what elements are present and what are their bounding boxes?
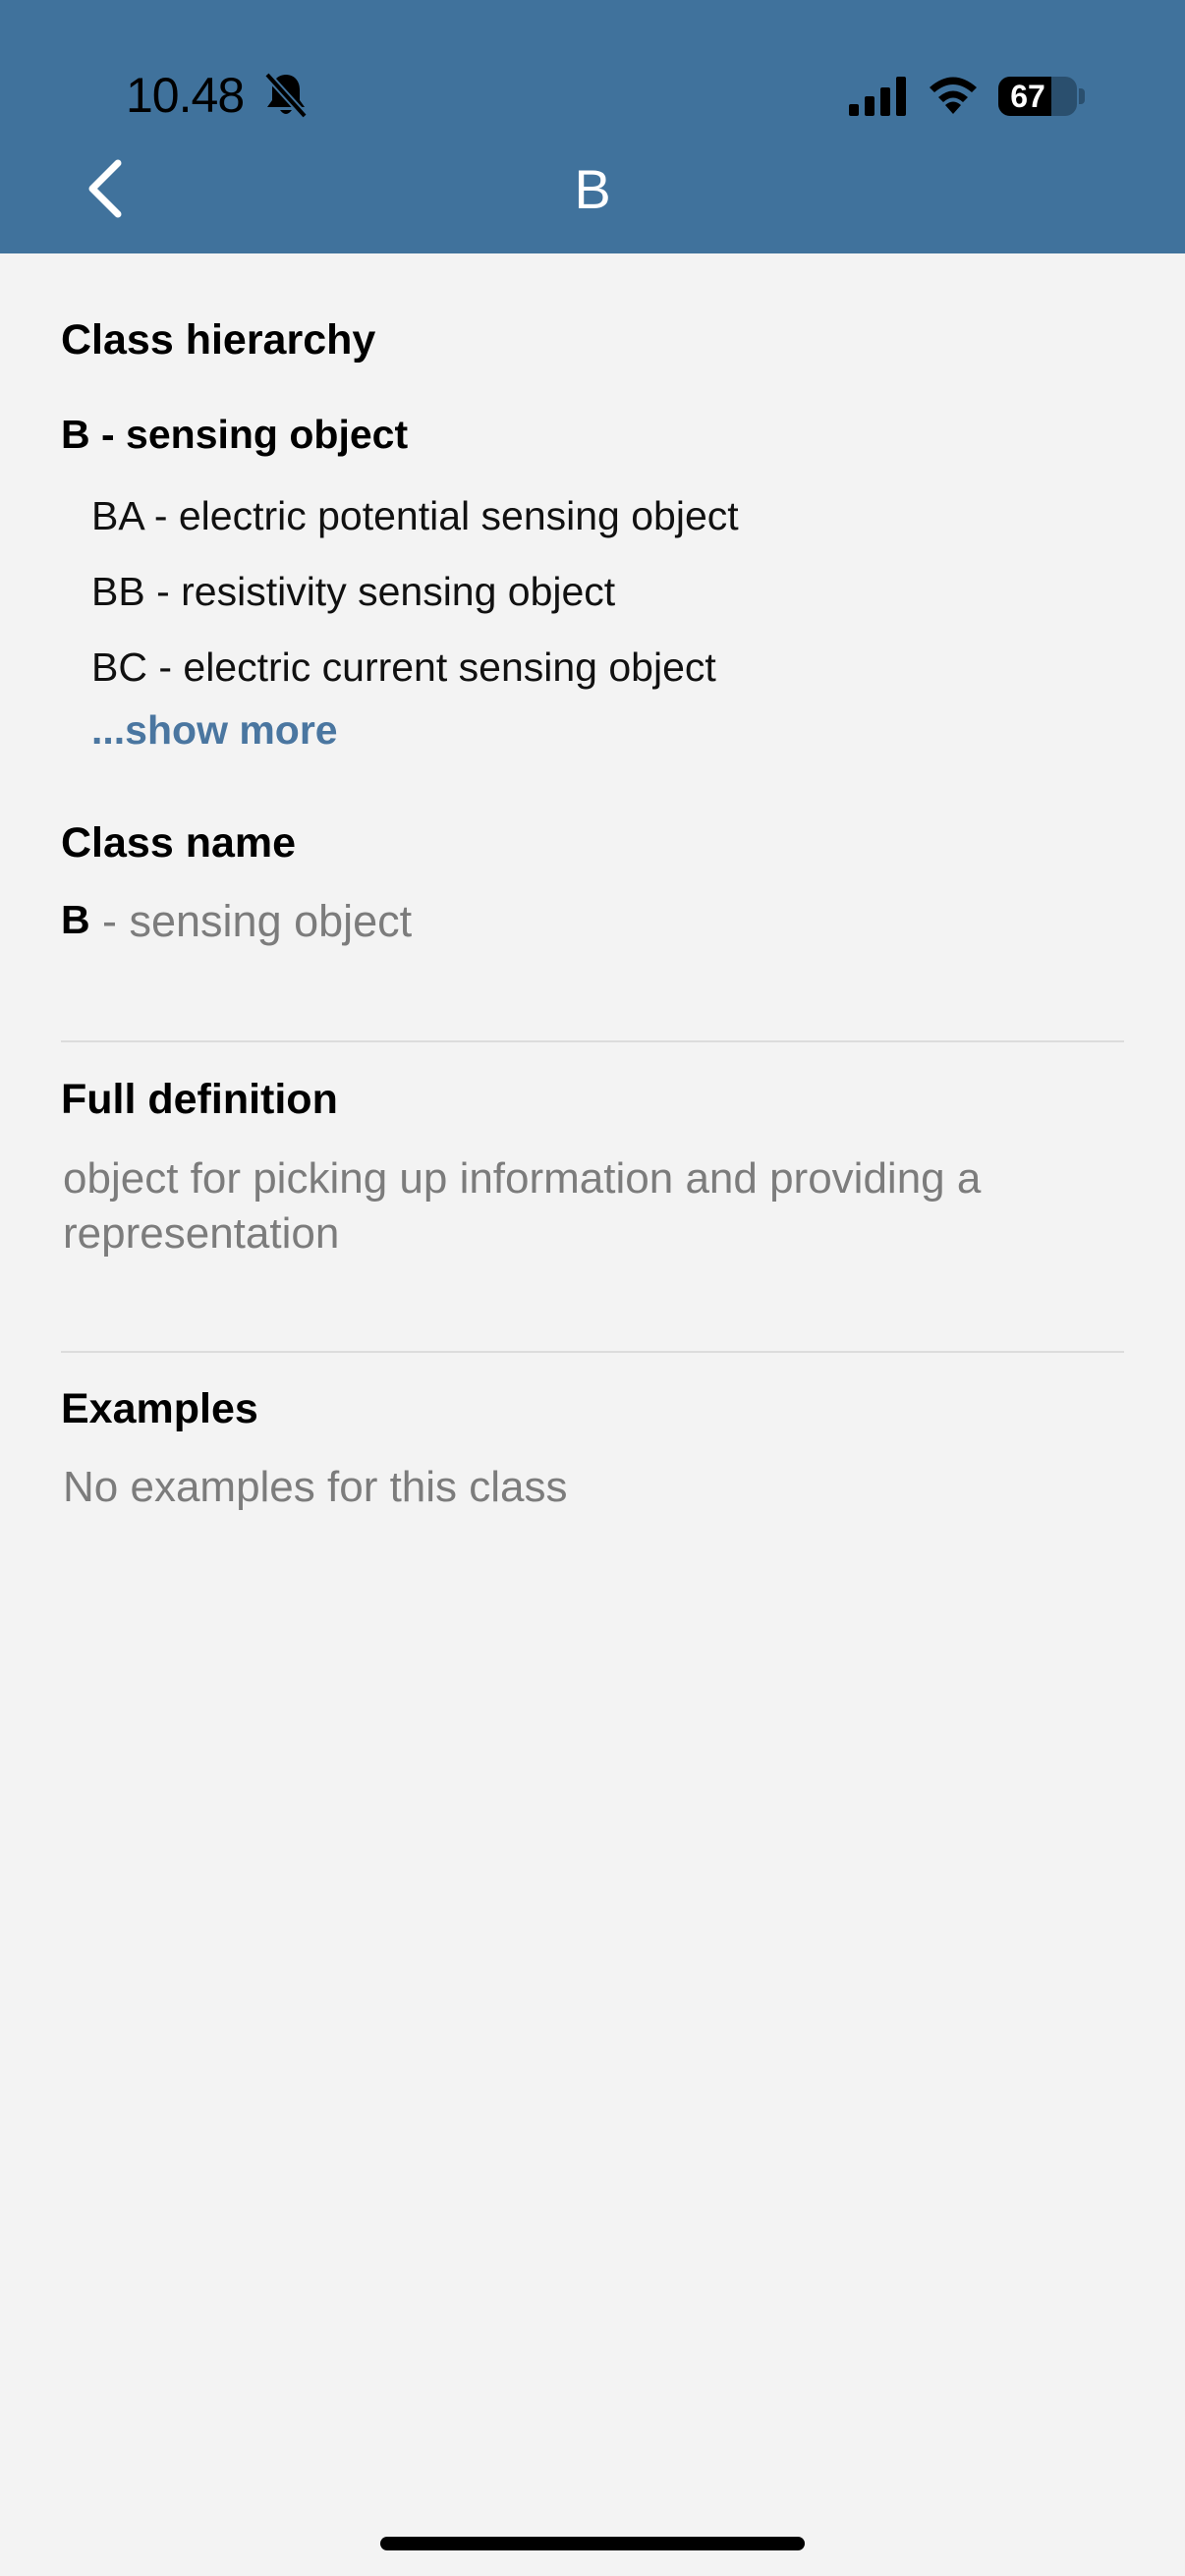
home-indicator[interactable] <box>380 2537 805 2550</box>
battery-percentage: 67 <box>1010 79 1045 114</box>
hierarchy-title: Class hierarchy <box>61 316 376 364</box>
hierarchy-child-bb[interactable]: BB - resistivity sensing object <box>91 569 615 615</box>
definition-text: object for picking up information and pr… <box>63 1154 982 1258</box>
divider <box>61 1040 1124 1042</box>
status-time: 10.48 <box>126 68 245 123</box>
header-bar: 10.48 67 B <box>0 0 1185 253</box>
examples-title: Examples <box>61 1385 258 1432</box>
battery-tip <box>1079 88 1085 104</box>
bell-slash-icon <box>264 72 308 119</box>
examples-text: No examples for this class <box>63 1463 568 1511</box>
divider <box>61 1351 1124 1353</box>
hierarchy-child-ba[interactable]: BA - electric potential sensing object <box>91 493 739 539</box>
definition-title: Full definition <box>61 1076 338 1123</box>
show-more-link[interactable]: ...show more <box>91 707 338 754</box>
hierarchy-parent[interactable]: B - sensing object <box>61 412 408 458</box>
hierarchy-child-bc[interactable]: BC - electric current sensing object <box>91 644 716 691</box>
battery-icon: 67 <box>998 77 1077 116</box>
wifi-icon <box>930 77 977 114</box>
signal-icon <box>849 77 906 116</box>
class-code: B <box>61 897 90 942</box>
class-name-title: Class name <box>61 819 297 867</box>
page-title: B <box>574 158 611 220</box>
class-name-text: - sensing object <box>102 896 413 946</box>
